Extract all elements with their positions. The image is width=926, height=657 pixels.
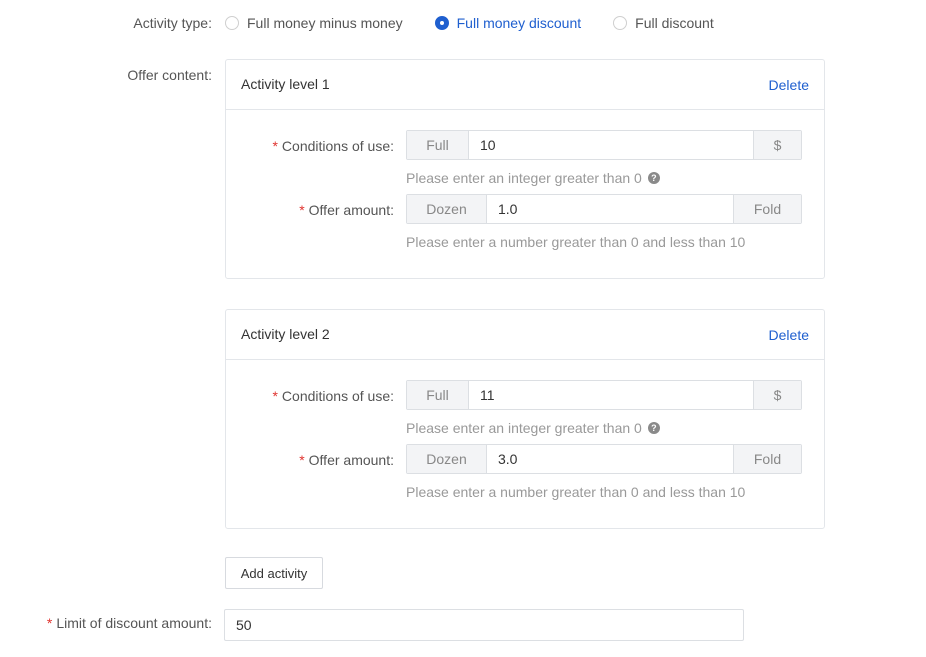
card-title: Activity level 2 [241,326,330,342]
add-activity-button[interactable]: Add activity [225,557,323,589]
offer-content-label: Offer content: [127,67,212,83]
offer-amount-suffix: Fold [733,445,801,473]
radio-circle-icon[interactable] [613,16,628,30]
radio-label: Full discount [635,15,714,31]
activity-type-label: Activity type: [133,15,212,31]
conditions-input[interactable]: 10 [469,131,753,159]
conditions-input-group: Full 11 $ [406,380,802,410]
activity-level-card: Activity level 2 Delete * Conditions of u… [225,309,825,529]
help-icon[interactable]: ? [647,422,660,434]
offer-amount-input[interactable]: 1.0 [487,195,733,223]
delete-level-button[interactable]: Delete [769,327,809,343]
required-mark: * [299,202,305,218]
conditions-hint-text: Please enter an integer greater than 0 [406,420,642,436]
promotion-form: Activity type: Full money minus money Fu… [0,0,926,657]
activity-type-radio-group: Full money minus money Full money discou… [225,13,746,33]
radio-full-money-discount[interactable]: Full money discount [434,15,582,31]
conditions-suffix: $ [753,381,801,409]
offer-amount-input[interactable]: 3.0 [487,445,733,473]
card-title: Activity level 1 [241,76,330,92]
required-mark: * [299,452,305,468]
offer-amount-prefix: Dozen [407,445,487,473]
conditions-input[interactable]: 11 [469,381,753,409]
conditions-hint: Please enter an integer greater than 0 ? [406,170,660,186]
conditions-prefix: Full [407,131,469,159]
offer-amount-prefix: Dozen [407,195,487,223]
help-icon[interactable]: ? [647,172,660,184]
radio-label: Full money minus money [247,15,403,31]
conditions-label-text: Conditions of use: [281,388,394,404]
offer-amount-label-text: Offer amount: [308,202,394,218]
conditions-suffix: $ [753,131,801,159]
required-mark: * [46,615,53,631]
limit-label-text: Limit of discount amount: [56,615,212,631]
conditions-label: * Conditions of use: [272,138,394,154]
delete-level-button[interactable]: Delete [769,77,809,93]
conditions-input-group: Full 10 $ [406,130,802,160]
conditions-label: * Conditions of use: [272,388,394,404]
offer-amount-label-text: Offer amount: [308,452,394,468]
conditions-label-text: Conditions of use: [281,138,394,154]
radio-full-money-minus-money[interactable]: Full money minus money [225,15,403,31]
limit-input[interactable]: 50 [224,609,744,641]
offer-amount-hint: Please enter a number greater than 0 and… [406,234,746,250]
required-mark: * [272,388,278,404]
offer-amount-hint: Please enter a number greater than 0 and… [406,484,746,500]
offer-amount-input-group: Dozen 1.0 Fold [406,194,802,224]
radio-checked-icon[interactable] [434,16,449,30]
radio-circle-icon[interactable] [225,16,239,30]
conditions-hint-text: Please enter an integer greater than 0 [406,170,642,186]
limit-label: * Limit of discount amount: [47,615,212,631]
card-header: Activity level 1 Delete [226,60,824,110]
card-header: Activity level 2 Delete [226,310,824,360]
offer-amount-label: * Offer amount: [299,452,394,468]
conditions-hint: Please enter an integer greater than 0 ? [406,420,660,436]
radio-label: Full money discount [456,15,582,31]
offer-amount-label: * Offer amount: [299,202,394,218]
required-mark: * [272,138,278,154]
offer-amount-suffix: Fold [733,195,801,223]
activity-level-card: Activity level 1 Delete * Conditions of u… [225,59,825,279]
radio-full-discount[interactable]: Full discount [613,15,714,31]
offer-amount-input-group: Dozen 3.0 Fold [406,444,802,474]
conditions-prefix: Full [407,381,469,409]
